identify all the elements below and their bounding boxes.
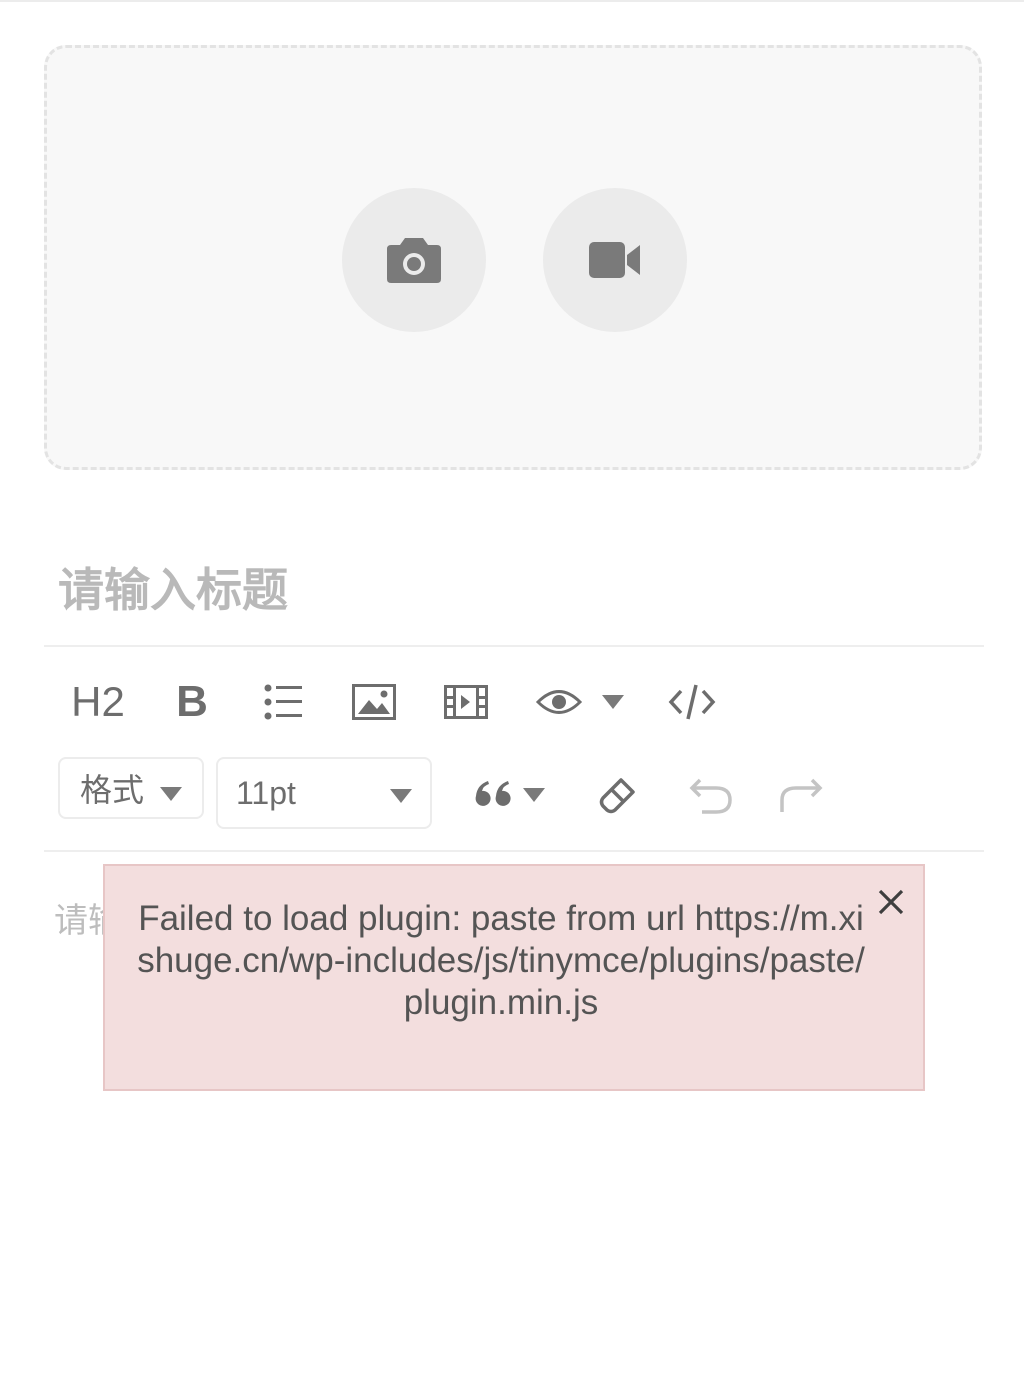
heading-h2-label: H2 bbox=[71, 678, 125, 725]
preview-dropdown-button[interactable] bbox=[530, 676, 630, 728]
media-upload-area bbox=[44, 45, 982, 470]
bulleted-list-button[interactable] bbox=[258, 676, 310, 728]
undo-icon bbox=[689, 778, 732, 814]
upload-photo-button[interactable] bbox=[342, 188, 486, 332]
chevron-down-icon bbox=[602, 695, 624, 709]
font-size-select-label: 11pt bbox=[236, 774, 296, 811]
chevron-down-icon bbox=[523, 788, 545, 802]
bold-label: B bbox=[176, 677, 208, 726]
format-select-label: 格式 bbox=[80, 771, 145, 809]
top-divider bbox=[0, 0, 1024, 2]
code-icon bbox=[668, 684, 716, 720]
blockquote-dropdown-button[interactable] bbox=[460, 770, 556, 820]
error-notification: Failed to load plugin: paste from url ht… bbox=[103, 864, 925, 1091]
redo-button[interactable] bbox=[776, 770, 828, 820]
eraser-icon bbox=[599, 778, 635, 814]
upload-video-button[interactable] bbox=[543, 188, 687, 332]
redo-icon bbox=[780, 778, 823, 812]
undo-button[interactable] bbox=[684, 770, 736, 820]
image-icon bbox=[352, 684, 396, 720]
error-message: Failed to load plugin: paste from url ht… bbox=[137, 899, 865, 1022]
camera-icon bbox=[387, 238, 441, 283]
toolbar-divider bbox=[44, 850, 984, 852]
close-notification-button[interactable] bbox=[873, 884, 909, 920]
title-input[interactable] bbox=[58, 545, 978, 635]
chevron-down-icon bbox=[390, 789, 412, 803]
video-camera-icon bbox=[589, 242, 640, 278]
insert-video-button[interactable] bbox=[440, 676, 492, 728]
clear-formatting-button[interactable] bbox=[592, 770, 644, 820]
format-select[interactable]: 格式 bbox=[58, 757, 204, 819]
eye-icon bbox=[536, 690, 582, 714]
font-size-select[interactable]: 11pt bbox=[216, 757, 432, 829]
bold-button[interactable]: B bbox=[164, 672, 220, 732]
close-icon bbox=[878, 889, 904, 915]
heading-h2-button[interactable]: H2 bbox=[62, 672, 134, 732]
quote-icon bbox=[475, 781, 511, 806]
chevron-down-icon bbox=[160, 787, 183, 801]
title-divider bbox=[44, 645, 984, 647]
insert-image-button[interactable] bbox=[348, 676, 400, 728]
video-icon bbox=[444, 685, 488, 719]
bulleted-list-icon bbox=[264, 684, 302, 720]
source-code-button[interactable] bbox=[664, 676, 720, 728]
